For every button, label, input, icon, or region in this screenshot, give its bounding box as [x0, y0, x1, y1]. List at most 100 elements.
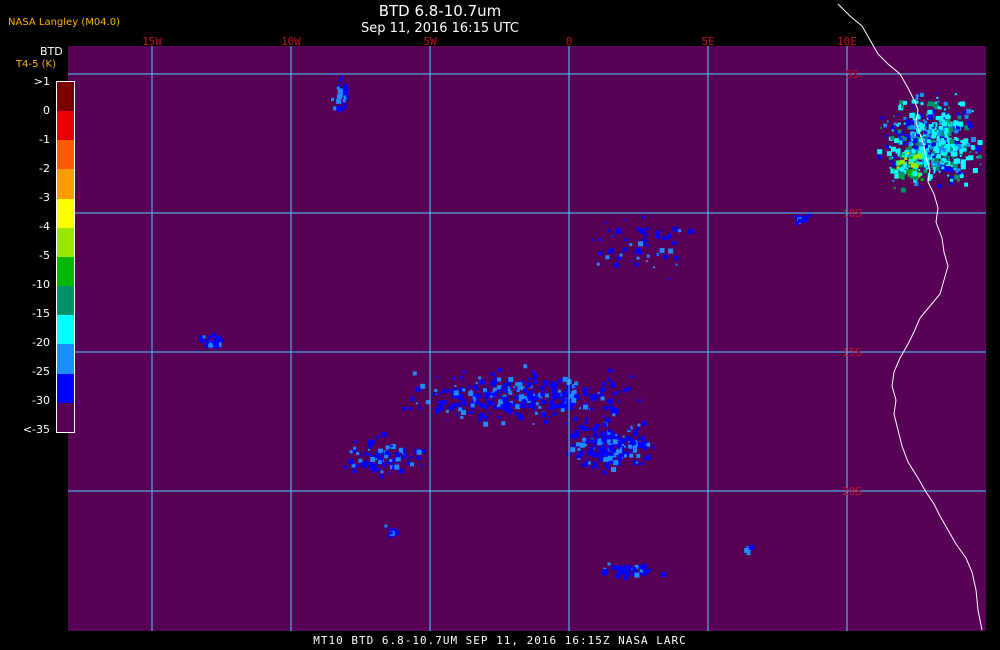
cloud-pixel — [975, 151, 978, 154]
cloud-pixel — [352, 468, 357, 473]
cloud-pixel — [630, 375, 634, 379]
cloud-pixel — [610, 384, 614, 388]
cloud-pixel — [910, 162, 916, 168]
cloud-pixel — [603, 569, 609, 574]
latitude-label: 5S — [845, 68, 858, 81]
cloud-pixel — [977, 154, 982, 159]
cloud-pixel — [911, 138, 914, 141]
cloud-pixel — [893, 187, 896, 189]
cloud-pixel — [610, 441, 613, 444]
cloud-pixel — [964, 182, 969, 187]
cloud-pixel — [915, 100, 919, 104]
cloud-pixel — [635, 461, 638, 464]
cloud-pixel — [479, 403, 485, 408]
cloud-pixel — [493, 405, 498, 410]
cloud-pixel — [506, 379, 508, 381]
cloud-pixel — [630, 448, 633, 452]
cloud-pixel — [478, 376, 482, 380]
cloud-pixel — [611, 567, 614, 570]
cloud-pixel — [582, 391, 588, 397]
cloud-pixel — [599, 447, 605, 453]
cloud-pixel — [385, 445, 390, 450]
cloud-pixel — [897, 129, 902, 134]
cloud-pixel — [968, 155, 973, 160]
cloud-pixel — [436, 401, 439, 404]
cloud-pixel — [665, 237, 669, 241]
legend-label: -30 — [32, 394, 50, 407]
cloud-pixel — [904, 157, 908, 161]
cloud-pixel — [541, 412, 547, 418]
cloud-pixel — [932, 166, 936, 170]
cloud-pixel — [923, 128, 926, 131]
legend-swatch — [57, 140, 74, 170]
cloud-pixel — [675, 263, 678, 266]
cloud-pixel — [475, 393, 481, 399]
cloud-pixel — [475, 381, 478, 384]
cloud-pixel — [950, 151, 956, 157]
cloud-pixel — [523, 364, 528, 369]
cloud-pixel — [927, 130, 930, 133]
cloud-pixel — [971, 137, 976, 143]
cloud-pixel — [953, 120, 959, 126]
cloud-pixel — [959, 174, 964, 179]
legend-label: -4 — [39, 220, 50, 233]
cloud-pixel — [199, 337, 202, 340]
cloud-pixel — [611, 434, 614, 437]
cloud-pixel — [656, 234, 660, 239]
cloud-pixel — [559, 403, 565, 409]
cloud-pixel — [608, 248, 614, 254]
cloud-pixel — [492, 402, 495, 405]
cloud-pixel — [526, 391, 532, 397]
cloud-pixel — [607, 562, 611, 566]
cloud-pixel — [540, 392, 545, 397]
cloud-pixel — [957, 115, 962, 120]
cloud-pixel — [899, 171, 905, 177]
cloud-pixel — [646, 227, 650, 230]
cloud-pixel — [561, 395, 564, 398]
cloud-pixel — [641, 420, 647, 426]
cloud-pixel — [645, 260, 648, 263]
cloud-pixel — [402, 406, 407, 411]
cloud-pixel — [503, 388, 508, 393]
cloud-pixel — [436, 375, 439, 378]
cloud-pixel — [937, 100, 940, 103]
cloud-pixel — [959, 154, 962, 157]
cloud-pixel — [946, 157, 949, 160]
cloud-pixel — [886, 151, 892, 157]
longitude-label: 0 — [566, 35, 573, 48]
cloud-pixel — [930, 165, 933, 168]
cloud-pixel — [360, 454, 363, 457]
cloud-pixel — [516, 389, 520, 393]
cloud-pixel — [943, 119, 946, 122]
cloud-pixel — [958, 171, 962, 175]
cloud-pixel — [892, 115, 895, 118]
cloud-pixel — [924, 120, 928, 124]
cloud-pixel — [571, 397, 577, 403]
cloud-pixel — [446, 419, 449, 422]
cloud-pixel — [541, 399, 546, 405]
cloud-pixel — [938, 183, 943, 188]
cloud-pixel — [979, 163, 982, 166]
cloud-pixel — [420, 383, 426, 389]
cloud-pixel — [643, 447, 646, 451]
cloud-pixel — [544, 420, 549, 424]
cloud-pixel — [957, 121, 963, 127]
cloud-pixel — [623, 575, 629, 581]
cloud-pixel — [514, 395, 519, 400]
cloud-pixel — [925, 146, 928, 149]
cloud-pixel — [891, 162, 896, 167]
cloud-pixel — [977, 140, 983, 146]
cloud-pixel — [619, 457, 623, 461]
cloud-pixel — [508, 408, 513, 413]
cloud-pixel — [607, 467, 611, 471]
cloud-pixel — [491, 382, 496, 387]
cloud-pixel — [338, 93, 343, 98]
cloud-pixel — [415, 386, 421, 392]
cloud-pixel — [927, 109, 933, 115]
cloud-pixel — [668, 278, 671, 281]
cloud-pixel — [576, 436, 579, 439]
cloud-pixel — [623, 218, 626, 221]
cloud-pixel — [439, 400, 445, 406]
cloud-pixel — [898, 168, 901, 170]
cloud-pixel — [948, 126, 954, 132]
